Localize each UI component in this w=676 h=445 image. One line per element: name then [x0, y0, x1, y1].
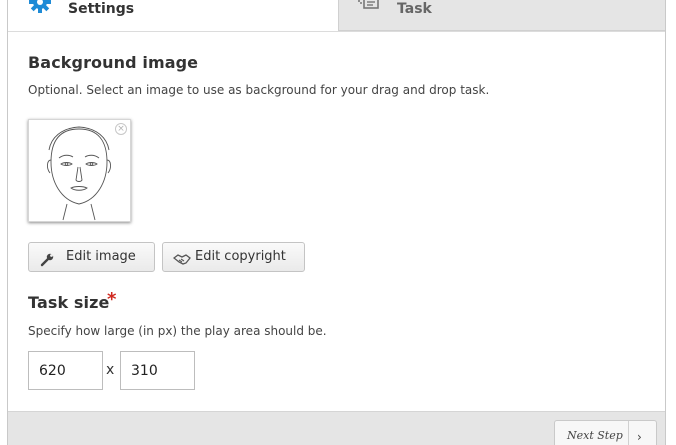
wrench-icon	[39, 251, 55, 267]
required-indicator: *	[107, 289, 117, 310]
background-image-thumbnail[interactable]: ×	[28, 119, 131, 222]
tab-task[interactable]: Task	[338, 0, 665, 31]
face-sketch-image	[47, 126, 111, 221]
background-image-title: Background image	[28, 53, 199, 72]
tab-bar: Settings Task	[8, 0, 665, 32]
editor-frame: Settings Task Background image Optional.…	[7, 0, 666, 445]
edit-image-label: Edit image	[66, 249, 136, 264]
task-size-description: Specify how large (in px) the play area …	[28, 324, 327, 338]
next-step-button[interactable]: Next Step ›	[554, 420, 657, 445]
tab-settings[interactable]: Settings	[8, 0, 338, 31]
task-size-title-text: Task size	[28, 293, 110, 312]
tab-settings-label: Settings	[68, 1, 135, 17]
edit-image-button[interactable]: Edit image	[28, 242, 155, 272]
edit-copyright-button[interactable]: Edit copyright	[162, 242, 305, 272]
task-size-title: Task size *	[28, 289, 116, 312]
wizard-footer: Next Step ›	[8, 411, 665, 445]
tab-divider	[8, 31, 665, 32]
handshake-icon	[172, 251, 191, 267]
edit-copyright-label: Edit copyright	[195, 249, 286, 264]
chevron-right-icon: ›	[637, 430, 642, 444]
task-width-input[interactable]	[28, 351, 103, 390]
next-step-divider	[628, 421, 629, 445]
size-separator: x	[106, 362, 115, 378]
task-icon	[356, 0, 382, 16]
remove-image-icon[interactable]: ×	[115, 123, 127, 135]
gear-icon	[28, 0, 52, 18]
next-step-label: Next Step	[567, 429, 623, 442]
tab-task-label: Task	[397, 1, 432, 17]
task-height-input[interactable]	[120, 351, 195, 390]
background-image-description: Optional. Select an image to use as back…	[28, 83, 490, 97]
